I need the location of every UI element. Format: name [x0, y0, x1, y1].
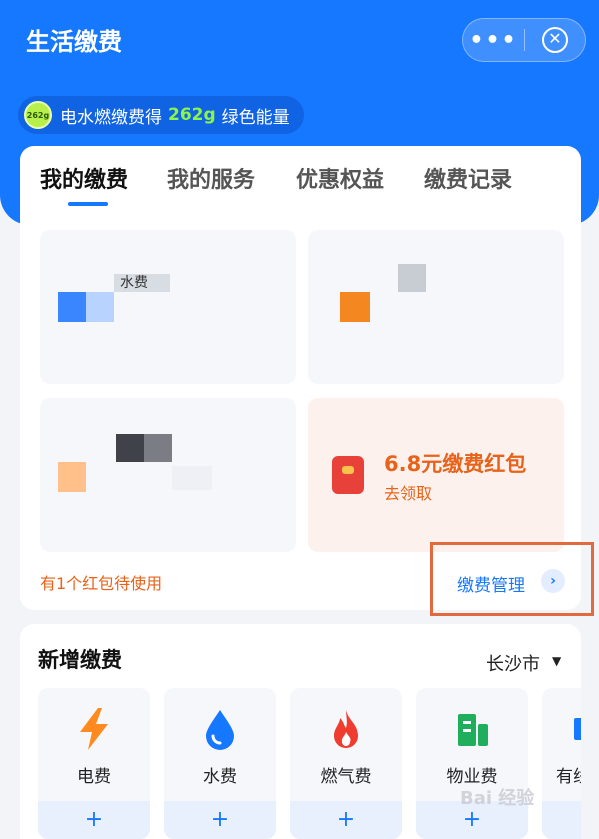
- close-button[interactable]: ✕: [525, 18, 585, 62]
- service-label: 电费: [77, 767, 111, 787]
- pending-red-packet-link[interactable]: 有1个红包待使用: [40, 570, 162, 594]
- energy-amount: 262g: [168, 105, 216, 125]
- more-icon: •••: [469, 27, 518, 53]
- tab-bar: 我的缴费 我的服务 优惠权益 缴费记录: [20, 146, 581, 212]
- tile-icon-blurred: [340, 292, 370, 322]
- lightning-icon: [80, 708, 108, 750]
- promo-title: 6.8元缴费红包: [384, 452, 527, 476]
- energy-badge-icon: 262g: [24, 101, 52, 129]
- service-cable-tv[interactable]: 有线: [542, 688, 581, 839]
- water-drop-icon: [206, 710, 234, 750]
- chevron-right-icon: ›: [541, 569, 565, 593]
- miniapp-capsule: ••• ✕: [462, 18, 586, 62]
- add-payment-title: 新增缴费: [38, 648, 122, 672]
- tile-label-blurred: [144, 434, 172, 462]
- tile-icon-blurred: [58, 292, 86, 322]
- close-icon: ✕: [541, 27, 568, 53]
- tile-icon-blurred: [86, 292, 114, 322]
- service-label: 燃气费: [320, 767, 372, 787]
- service-electricity[interactable]: 电费 +: [38, 688, 150, 839]
- tile-label-blurred: 水费: [114, 274, 170, 292]
- city-selector[interactable]: 长沙市: [486, 650, 540, 676]
- my-payment-card: 我的缴费 我的服务 优惠权益 缴费记录 水费 6.8元缴费红包 去领取 有1个红…: [20, 146, 594, 616]
- green-energy-banner[interactable]: 262g 电水燃缴费得 262g 绿色能量: [18, 96, 304, 134]
- service-label: 有线: [556, 767, 581, 787]
- caret-down-icon[interactable]: ▼: [552, 654, 561, 668]
- promo-claim-link[interactable]: 去领取: [384, 480, 432, 504]
- energy-suffix: 绿色能量: [221, 107, 290, 128]
- tile-label-blurred: [116, 434, 144, 462]
- add-service-button[interactable]: [542, 801, 581, 839]
- tab-my-payment[interactable]: 我的缴费: [40, 162, 128, 194]
- service-label: 水费: [203, 767, 237, 787]
- tab-offers[interactable]: 优惠权益: [296, 162, 384, 194]
- add-service-button[interactable]: +: [164, 801, 276, 839]
- payment-management-link[interactable]: 缴费管理: [457, 571, 525, 596]
- tab-payment-records[interactable]: 缴费记录: [424, 162, 512, 194]
- service-gas[interactable]: 燃气费 +: [290, 688, 402, 839]
- tile-icon-blurred: [58, 462, 86, 492]
- energy-prefix: 电水燃缴费得: [60, 107, 162, 128]
- red-packet-icon: [332, 456, 364, 494]
- service-property[interactable]: 物业费 +: [416, 688, 528, 839]
- red-packet-promo-tile[interactable]: 6.8元缴费红包 去领取: [308, 398, 564, 552]
- payment-management-highlight[interactable]: 缴费管理 ›: [430, 542, 594, 616]
- baidu-watermark: Bai 经验: [460, 788, 535, 809]
- payment-tile-2[interactable]: [308, 230, 564, 384]
- service-water[interactable]: 水费 +: [164, 688, 276, 839]
- tile-label-blurred: [398, 264, 426, 292]
- tv-icon: [574, 718, 581, 740]
- add-service-button[interactable]: +: [290, 801, 402, 839]
- tab-active-indicator: [68, 202, 108, 206]
- flame-icon: [334, 710, 358, 748]
- more-button[interactable]: •••: [463, 18, 524, 62]
- payment-tile-1[interactable]: 水费: [40, 230, 296, 384]
- payment-tile-3[interactable]: [40, 398, 296, 552]
- page-title: 生活缴费: [26, 28, 122, 56]
- add-service-button[interactable]: +: [38, 801, 150, 839]
- tile-label-blurred: [172, 466, 212, 490]
- building-icon: [458, 714, 488, 746]
- tab-my-services[interactable]: 我的服务: [167, 162, 255, 194]
